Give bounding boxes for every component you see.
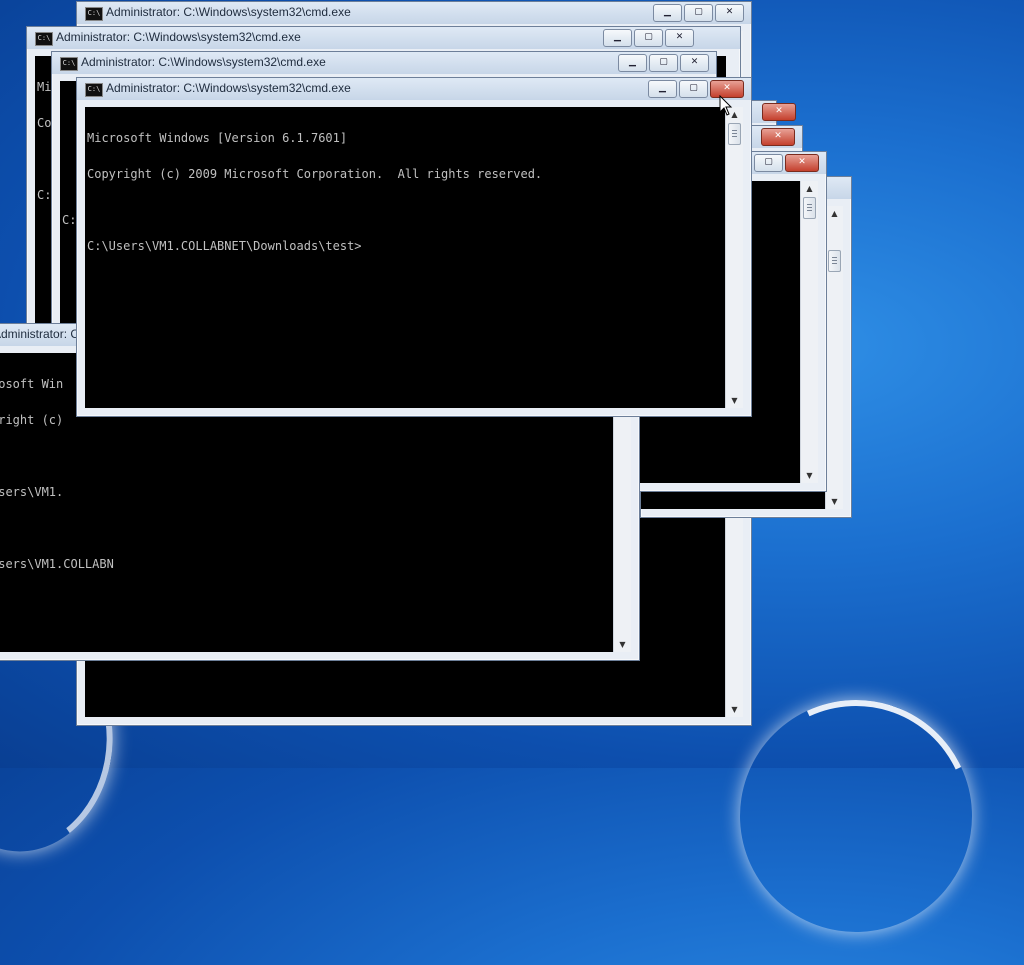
close-button[interactable]: ✕	[762, 103, 796, 121]
close-button[interactable]: ✕	[761, 128, 795, 146]
close-button[interactable]: ✕	[680, 54, 709, 72]
maximize-button[interactable]: ▢	[634, 29, 663, 47]
window-title: Administrator: C:\Windows\system32\cmd.e…	[106, 81, 351, 95]
window-title: Administrator: C	[0, 327, 80, 341]
scroll-down-icon[interactable]: ▼	[826, 494, 843, 509]
scroll-up-icon[interactable]: ▲	[801, 181, 818, 196]
console-line: Users\VM1.	[0, 485, 64, 499]
cmd-icon: C:\	[35, 32, 53, 46]
mouse-pointer-icon	[719, 95, 733, 116]
close-button[interactable]: ✕	[665, 29, 694, 47]
scroll-down-icon[interactable]: ▼	[614, 637, 631, 652]
scroll-thumb[interactable]	[828, 250, 841, 272]
cmd-icon: C:\	[85, 7, 103, 21]
scroll-down-icon[interactable]: ▼	[801, 468, 818, 483]
maximize-button[interactable]: ▢	[754, 154, 783, 172]
console-output[interactable]: Microsoft Windows [Version 6.1.7601] Cop…	[85, 107, 726, 408]
minimize-button[interactable]: ▁	[653, 4, 682, 22]
window-title: Administrator: C:\Windows\system32\cmd.e…	[106, 5, 351, 19]
scroll-thumb[interactable]	[803, 197, 816, 219]
vertical-scrollbar[interactable]: ▲ ▼	[800, 181, 818, 483]
scroll-down-icon[interactable]: ▼	[726, 393, 743, 408]
title-bar[interactable]: C:\ Administrator: C:\Windows\system32\c…	[27, 27, 740, 49]
scroll-down-icon[interactable]: ▼	[726, 702, 743, 717]
minimize-button[interactable]: ▁	[618, 54, 647, 72]
title-bar[interactable]: C:\ Administrator: C:\Windows\system32\c…	[52, 52, 716, 74]
title-bar[interactable]: C:\ Administrator: C:\Windows\system32\c…	[77, 2, 751, 24]
cmd-icon: C:\	[85, 83, 103, 97]
minimize-button[interactable]: ▁	[648, 80, 677, 98]
vertical-scrollbar[interactable]: ▲ ▼	[725, 107, 743, 408]
vertical-scrollbar[interactable]: ▲ ▼	[825, 206, 843, 509]
close-button[interactable]: ✕	[715, 4, 744, 22]
cmd-icon: C:\	[60, 57, 78, 71]
console-prompt[interactable]: C:\Users\VM1.COLLABNET\Downloads\test>	[87, 240, 724, 252]
title-bar[interactable]: C:\ Administrator: C:\Windows\system32\c…	[77, 78, 751, 100]
cmd-window-active[interactable]: C:\ Administrator: C:\Windows\system32\c…	[76, 77, 752, 417]
maximize-button[interactable]: ▢	[679, 80, 708, 98]
console-line: Users\VM1.COLLABN	[0, 557, 114, 571]
minimize-button[interactable]: ▁	[603, 29, 632, 47]
scroll-thumb[interactable]	[728, 123, 741, 145]
maximize-button[interactable]: ▢	[684, 4, 713, 22]
window-title: Administrator: C:\Windows\system32\cmd.e…	[56, 30, 301, 44]
maximize-button[interactable]: ▢	[649, 54, 678, 72]
console-line: Copyright (c) 2009 Microsoft Corporation…	[87, 167, 543, 181]
close-button[interactable]: ✕	[785, 154, 819, 172]
scroll-up-icon[interactable]: ▲	[826, 206, 843, 221]
window-title: Administrator: C:\Windows\system32\cmd.e…	[81, 55, 326, 69]
console-line: Microsoft Windows [Version 6.1.7601]	[87, 131, 348, 145]
